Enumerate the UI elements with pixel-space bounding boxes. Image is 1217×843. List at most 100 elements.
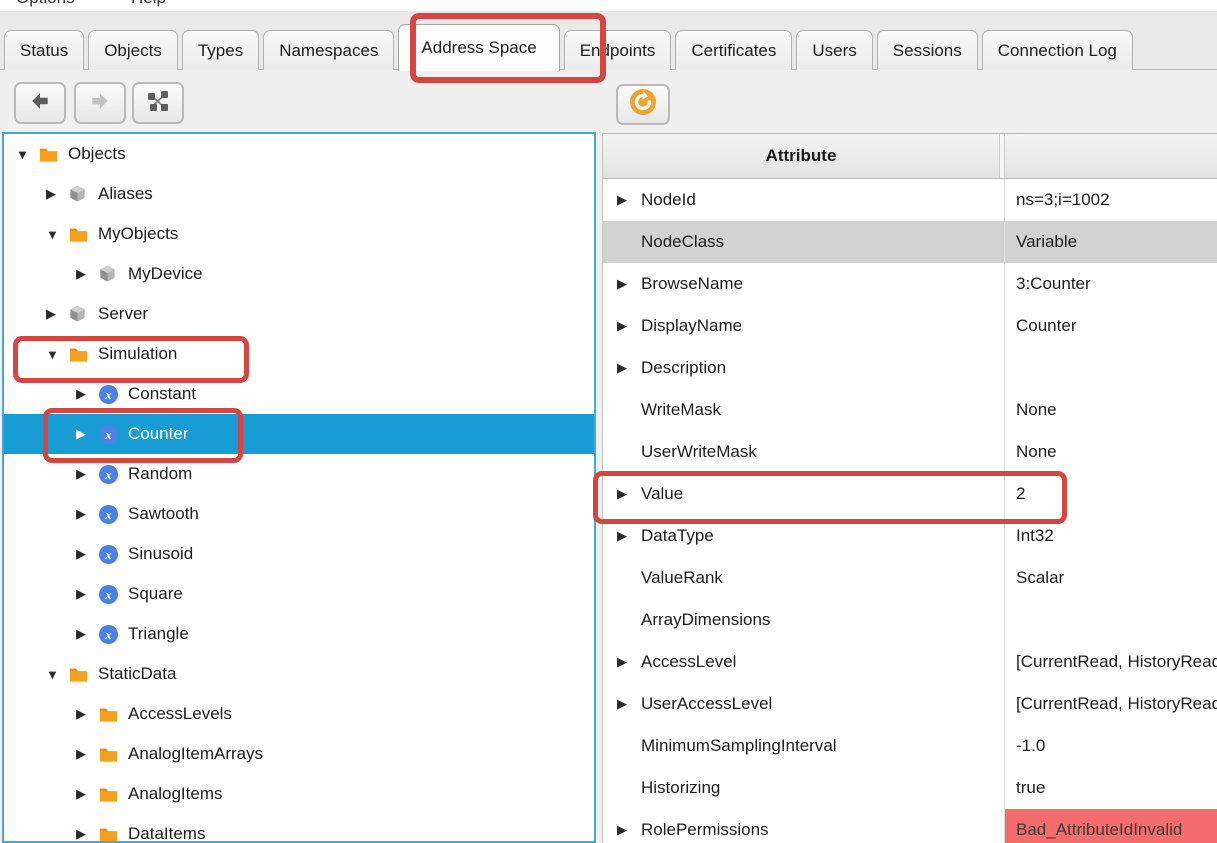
tree-item-analogitems[interactable]: ▶ x AnalogItems [4,774,594,814]
attribute-value: [CurrentRead, HistoryRead] [1005,641,1217,683]
attribute-expander-icon[interactable]: ▶ [617,654,641,670]
tree-item-myobjects[interactable]: ▼ x MyObjects [4,214,594,254]
attribute-row-displayname[interactable]: ▶ DisplayName Counter [603,305,1217,347]
node-graph-icon [146,89,170,118]
tree-item-aliases[interactable]: ▶ x Aliases [4,174,594,214]
attribute-expander-icon[interactable]: ▶ [617,192,641,208]
tree-item-mydevice[interactable]: ▶ x MyDevice [4,254,594,294]
back-button[interactable] [14,82,66,124]
attribute-row-historizing[interactable]: Historizing true [603,767,1217,809]
tree-item-dataitems[interactable]: ▶ x DataItems [4,814,594,843]
attribute-row-value[interactable]: ▶ Value 2 [603,473,1217,515]
attribute-name: ArrayDimensions [641,610,770,630]
tree-item-sawtooth[interactable]: ▶ x Sawtooth [4,494,594,534]
variable-icon: x [98,504,119,525]
menu-help[interactable]: Help [131,0,166,8]
folder-icon [98,784,119,805]
tree-expander-icon[interactable]: ▶ [76,746,96,762]
attribute-row-accesslevel[interactable]: ▶ AccessLevel [CurrentRead, HistoryRead] [603,641,1217,683]
attribute-column-header[interactable]: Attribute [603,134,1000,178]
attribute-value: 2 [1005,473,1217,515]
attribute-row-nodeclass[interactable]: NodeClass Variable [603,221,1217,263]
tree-expander-icon[interactable]: ▶ [76,426,96,442]
menu-options[interactable]: Options [16,0,75,8]
attribute-row-description[interactable]: ▶ Description [603,347,1217,389]
attribute-expander-icon[interactable]: ▶ [617,486,641,502]
tree-expander-icon[interactable]: ▶ [76,506,96,522]
tree-expander-icon[interactable]: ▶ [76,786,96,802]
tree-expander-icon[interactable]: ▶ [76,586,96,602]
attribute-row-userwritemask[interactable]: UserWriteMask None [603,431,1217,473]
value-column-header[interactable] [1005,134,1217,178]
graph-view-button[interactable] [132,82,184,124]
attribute-row-arraydimensions[interactable]: ArrayDimensions [603,599,1217,641]
attribute-name: UserAccessLevel [641,694,772,714]
tree-expander-icon[interactable]: ▶ [76,626,96,642]
tree-expander-icon[interactable]: ▶ [76,386,96,402]
tree-expander-icon[interactable]: ▶ [76,546,96,562]
attribute-expander-icon[interactable]: ▶ [617,360,641,376]
tree-expander-icon[interactable]: ▶ [46,306,66,322]
tree-item-random[interactable]: ▶ x Random [4,454,594,494]
tree-item-label: Constant [128,384,196,404]
tree-expander-icon[interactable]: ▼ [46,667,66,682]
attribute-value: None [1005,389,1217,431]
tree-item-objects[interactable]: ▼ x Objects [4,134,594,174]
svg-text:x: x [104,547,111,561]
attribute-row-valuerank[interactable]: ValueRank Scalar [603,557,1217,599]
tree-expander-icon[interactable]: ▶ [76,266,96,282]
tab-types[interactable]: Types [182,30,259,70]
tree-item-label: AnalogItems [128,784,223,804]
tree-item-square[interactable]: ▶ x Square [4,574,594,614]
attribute-row-useraccesslevel[interactable]: ▶ UserAccessLevel [CurrentRead, HistoryR… [603,683,1217,725]
tree-expander-icon[interactable]: ▼ [46,347,66,362]
attribute-expander-icon[interactable]: ▶ [617,822,641,838]
tab-endpoints[interactable]: Endpoints [564,30,672,70]
attribute-expander-icon[interactable]: ▶ [617,528,641,544]
attribute-name: MinimumSamplingInterval [641,736,837,756]
cube-icon [98,264,119,285]
tree-item-counter[interactable]: ▶ x Counter [4,414,594,454]
attribute-row-rolepermissions[interactable]: ▶ RolePermissions Bad_AttributeIdInvalid [603,809,1217,843]
attribute-row-writemask[interactable]: WriteMask None [603,389,1217,431]
tree-item-accesslevels[interactable]: ▶ x AccessLevels [4,694,594,734]
attribute-row-minimumsamplinginterval[interactable]: MinimumSamplingInterval -1.0 [603,725,1217,767]
cube-icon [68,184,89,205]
tree-item-constant[interactable]: ▶ x Constant [4,374,594,414]
attribute-name: WriteMask [641,400,721,420]
address-space-tree: ▼ x Objects ▶ [2,132,596,843]
forward-button[interactable] [74,82,126,124]
tree-expander-icon[interactable]: ▼ [46,227,66,242]
arrow-left-icon [29,90,51,117]
tab-namespaces[interactable]: Namespaces [263,30,394,70]
tab-users[interactable]: Users [796,30,872,70]
attribute-name: DisplayName [641,316,742,336]
tab-status[interactable]: Status [4,30,84,70]
attribute-row-browsename[interactable]: ▶ BrowseName 3:Counter [603,263,1217,305]
tab-objects[interactable]: Objects [88,30,178,70]
attribute-expander-icon[interactable]: ▶ [617,318,641,334]
attribute-row-datatype[interactable]: ▶ DataType Int32 [603,515,1217,557]
tree-item-label: AccessLevels [128,704,232,724]
tree-item-server[interactable]: ▶ x Server [4,294,594,334]
tree-expander-icon[interactable]: ▼ [16,147,36,162]
attribute-row-nodeid[interactable]: ▶ NodeId ns=3;i=1002 [603,179,1217,221]
tree-expander-icon[interactable]: ▶ [76,466,96,482]
tree-expander-icon[interactable]: ▶ [76,706,96,722]
tab-certificates[interactable]: Certificates [675,30,792,70]
tree-item-staticdata[interactable]: ▼ x StaticData [4,654,594,694]
tab-address-space[interactable]: Address Space [398,24,559,71]
tree-item-simulation[interactable]: ▼ x Simulation [4,334,594,374]
tab-sessions[interactable]: Sessions [877,30,978,70]
attribute-value: true [1005,767,1217,809]
attribute-expander-icon[interactable]: ▶ [617,696,641,712]
tab-connection-log[interactable]: Connection Log [982,30,1133,70]
tree-item-sinusoid[interactable]: ▶ x Sinusoid [4,534,594,574]
tree-expander-icon[interactable]: ▶ [46,186,66,202]
attribute-expander-icon[interactable]: ▶ [617,276,641,292]
tree-item-triangle[interactable]: ▶ x Triangle [4,614,594,654]
tree-item-analogitemarrays[interactable]: ▶ x AnalogItemArrays [4,734,594,774]
tree-expander-icon[interactable]: ▶ [76,826,96,842]
svg-text:x: x [104,427,111,441]
refresh-button[interactable] [616,84,670,125]
